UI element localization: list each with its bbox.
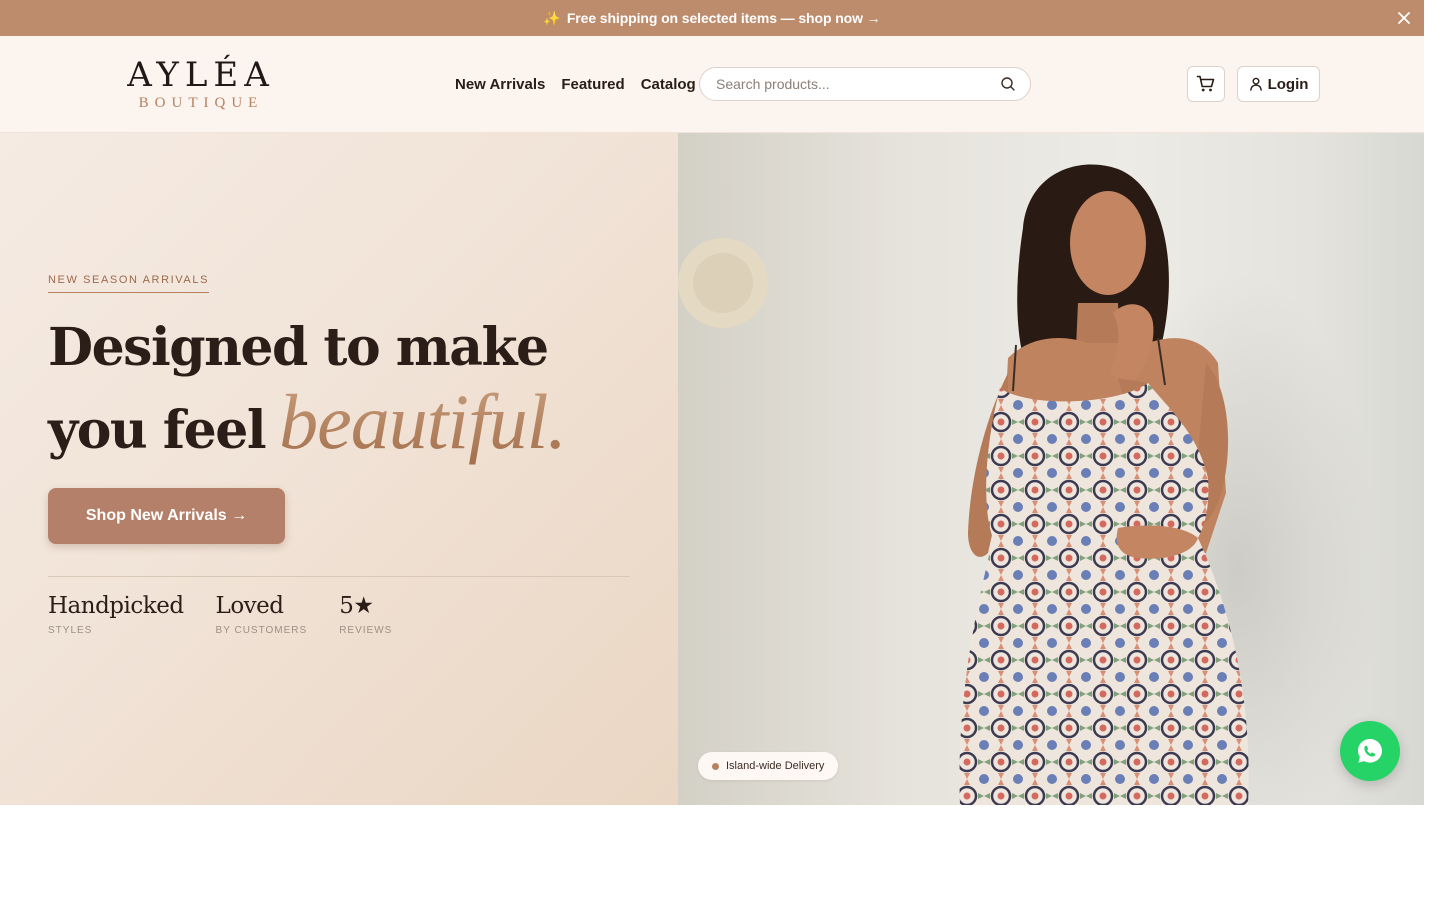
- model-photo: [678, 164, 1378, 805]
- nav-new-arrivals[interactable]: New Arrivals: [455, 76, 545, 93]
- delivery-badge-text: Island-wide Delivery: [726, 760, 825, 772]
- cart-icon: [1196, 75, 1215, 92]
- search-icon[interactable]: [1000, 76, 1016, 92]
- search-bar: [699, 67, 1031, 101]
- stats-divider: [48, 576, 630, 577]
- whatsapp-chat-button[interactable]: [1340, 721, 1400, 781]
- page-scrollbar[interactable]: [1424, 0, 1440, 900]
- stat-value: Handpicked: [48, 593, 184, 619]
- hero-section: NEW SEASON ARRIVALS Designed to make you…: [0, 133, 1424, 805]
- logo-wordmark: AYLÉA: [127, 55, 275, 95]
- cart-button[interactable]: [1187, 66, 1225, 102]
- user-icon: [1249, 77, 1262, 91]
- nav-catalog[interactable]: Catalog: [641, 76, 696, 93]
- shop-new-arrivals-button[interactable]: Shop New Arrivals →: [48, 488, 285, 544]
- stat-handpicked: Handpicked STYLES: [48, 590, 184, 636]
- announcement-bar: ✨ Free shipping on selected items — shop…: [0, 0, 1424, 36]
- announcement-text[interactable]: Free shipping on selected items — shop n…: [567, 10, 881, 26]
- brand-logo[interactable]: AYLÉA BOUTIQUE: [106, 56, 296, 111]
- stat-label: STYLES: [48, 625, 93, 636]
- hero-image: Island-wide Delivery: [678, 133, 1424, 805]
- site-header: AYLÉA BOUTIQUE New Arrivals Featured Cat…: [0, 36, 1424, 133]
- login-label: Login: [1267, 75, 1309, 93]
- main-nav: New Arrivals Featured Catalog: [455, 76, 696, 93]
- hero-eyebrow: NEW SEASON ARRIVALS: [48, 274, 210, 293]
- hero-stats: Handpicked STYLES Loved BY CUSTOMERS 5★ …: [48, 590, 392, 636]
- headline-line-1: Designed to make: [48, 317, 549, 378]
- stat-value: 5★: [339, 593, 374, 619]
- stat-label: BY CUSTOMERS: [215, 625, 308, 636]
- hero-content: NEW SEASON ARRIVALS Designed to make you…: [0, 133, 678, 805]
- headline-accent: beautiful.: [279, 378, 567, 465]
- stat-label: REVIEWS: [339, 625, 393, 636]
- sparkles-icon: ✨: [543, 10, 561, 26]
- delivery-badge: Island-wide Delivery: [698, 752, 839, 780]
- search-input[interactable]: [716, 76, 1000, 92]
- stat-value: Loved: [215, 593, 284, 619]
- close-icon[interactable]: [1396, 10, 1412, 26]
- whatsapp-icon: [1358, 739, 1382, 763]
- logo-subtitle: BOUTIQUE: [138, 95, 264, 111]
- stat-loved: Loved BY CUSTOMERS: [216, 590, 308, 636]
- login-button[interactable]: Login: [1237, 66, 1320, 102]
- status-dot-icon: [712, 762, 719, 770]
- hero-headline: Designed to make you feel beautiful.: [48, 311, 567, 468]
- nav-featured[interactable]: Featured: [561, 76, 624, 93]
- stat-reviews: 5★ REVIEWS: [339, 590, 392, 636]
- headline-line-2: you feel: [48, 400, 267, 461]
